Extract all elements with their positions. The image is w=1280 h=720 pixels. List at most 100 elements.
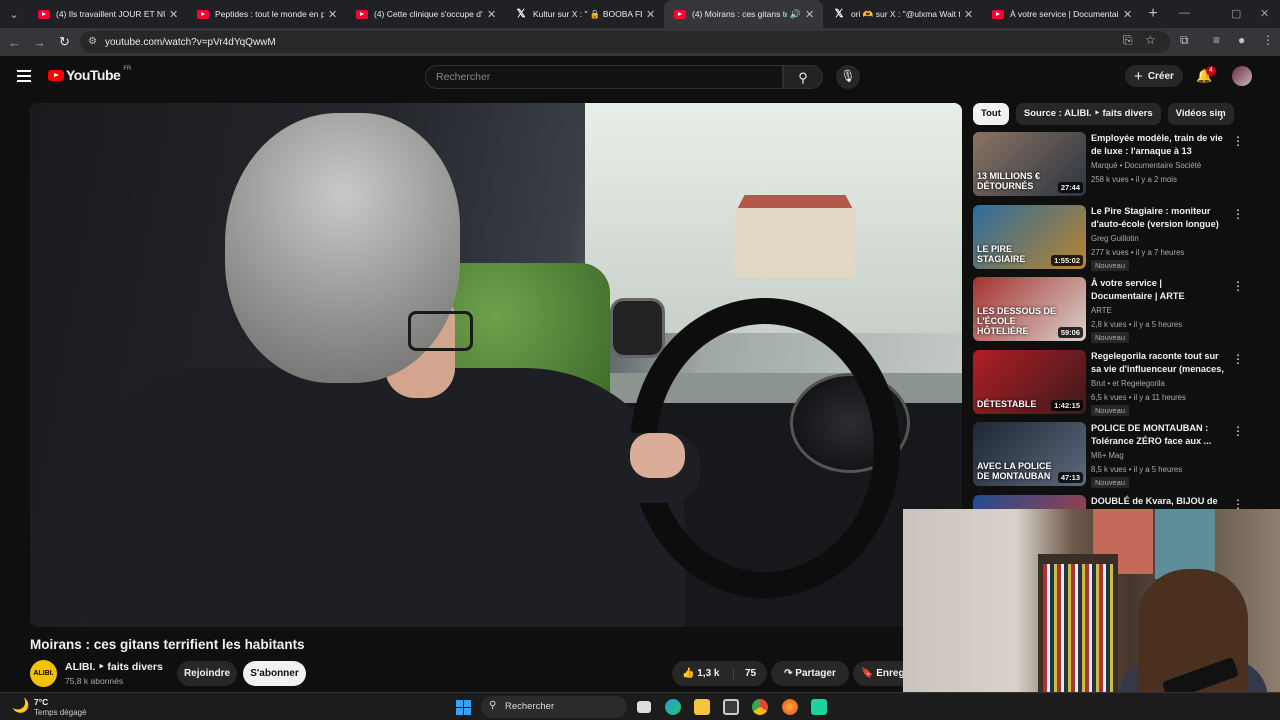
recommendation-item[interactable]: DOUBLÉ de Kvara, BIJOU de Doué, le PSG P…: [973, 494, 1243, 510]
close-tab-icon[interactable]: ✕: [1123, 8, 1133, 21]
more-options-icon[interactable]: ⋮: [1232, 134, 1244, 148]
minimize-icon[interactable]: —: [1179, 7, 1190, 19]
recommendation-channel[interactable]: M6+ Mag: [1091, 451, 1124, 460]
edge-icon[interactable]: [665, 699, 681, 715]
browser-tab[interactable]: Peptides : tout le monde en pre ✕: [187, 0, 346, 28]
close-window-icon[interactable]: ✕: [1260, 7, 1269, 20]
close-tab-icon[interactable]: ✕: [169, 8, 179, 21]
channel-avatar[interactable]: ALIBI.: [30, 660, 57, 687]
more-options-icon[interactable]: ⋮: [1232, 279, 1244, 293]
recommendation-item[interactable]: LE PIRE STAGIAIRE 1:55:02 Le Pire Stagiair…: [973, 204, 1244, 271]
recommendation-channel[interactable]: Greg Guillotin: [1091, 234, 1139, 243]
recommendation-title[interactable]: À votre service | Documentaire | ARTE: [1091, 277, 1225, 303]
site-info-icon[interactable]: ⚙: [88, 36, 97, 47]
recommendation-title[interactable]: Le Pire Stagiaire : moniteur d'auto-écol…: [1091, 205, 1225, 231]
profile-icon[interactable]: ●: [1238, 33, 1245, 47]
install-icon[interactable]: ⎘: [1123, 33, 1133, 48]
thumbnail-caption: LES DESSOUS DE L'ÉCOLE HÔTELIÈRE: [977, 306, 1057, 336]
media-control-icon[interactable]: ≡: [1213, 33, 1220, 47]
moon-weather-icon[interactable]: 🌙: [12, 697, 29, 714]
channel-name[interactable]: ALIBI. ‣ faits divers: [65, 661, 163, 673]
close-tab-icon[interactable]: ✕: [805, 8, 815, 21]
recommendation-channel[interactable]: ARTE: [1091, 306, 1112, 315]
notification-badge: 4: [1206, 66, 1216, 76]
youtube-icon: [356, 9, 368, 19]
browser-tab[interactable]: (4) Moirans : ces gitans terr 🔊 ✕: [664, 0, 823, 28]
weather-description[interactable]: Temps dégagé: [34, 708, 86, 717]
microphone-icon: 🎙: [840, 69, 856, 83]
browser-menu-icon[interactable]: ⋮: [1262, 33, 1274, 47]
close-tab-icon[interactable]: ✕: [328, 8, 338, 21]
thumbs-up-icon: 👍: [682, 668, 698, 679]
new-badge: Nouveau: [1091, 259, 1130, 271]
video-thumbnail[interactable]: LES DESSOUS DE L'ÉCOLE HÔTELIÈRE 59:06: [973, 277, 1086, 341]
app-icon[interactable]: [811, 699, 827, 715]
close-tab-icon[interactable]: ✕: [646, 8, 656, 21]
more-options-icon[interactable]: ⋮: [1232, 207, 1244, 221]
firefox-icon[interactable]: [782, 699, 798, 715]
task-view-icon[interactable]: [637, 701, 651, 713]
tab-title: ori 🫶 sur X : "@ulxma Wait till: [851, 8, 960, 19]
account-avatar[interactable]: [1232, 66, 1252, 86]
more-options-icon[interactable]: ⋮: [1232, 424, 1244, 438]
create-button[interactable]: + Créer: [1125, 65, 1183, 87]
share-button[interactable]: ↷ Partager: [771, 661, 849, 686]
recommendation-channel[interactable]: Brut • et Regelegorila: [1091, 379, 1165, 388]
new-tab-button[interactable]: +: [1141, 5, 1165, 23]
chrome-icon[interactable]: [752, 699, 768, 715]
recommendation-item[interactable]: LES DESSOUS DE L'ÉCOLE HÔTELIÈRE 59:06 À v…: [973, 277, 1244, 343]
subscribe-button[interactable]: S'abonner: [243, 661, 306, 686]
address-bar[interactable]: ⚙ youtube.com/watch?v=pVr4dYqQwwM: [80, 31, 1170, 53]
recommendation-title[interactable]: DOUBLÉ de Kvara, BIJOU de Doué, le PSG P…: [1091, 495, 1225, 510]
voice-search-button[interactable]: 🎙: [836, 65, 860, 89]
recommendation-item[interactable]: 13 MILLIONS € DÉTOURNÉS 27:44 Employée mod…: [973, 132, 1244, 198]
video-player[interactable]: [30, 103, 962, 627]
search-input[interactable]: Rechercher: [425, 65, 783, 89]
browser-tab[interactable]: 𝕏ori 🫶 sur X : "@ulxma Wait till ✕: [823, 0, 982, 28]
audio-playing-icon[interactable]: 🔊: [790, 9, 801, 20]
reload-icon[interactable]: ↻: [52, 34, 77, 50]
extensions-icon[interactable]: ⧉: [1180, 33, 1189, 48]
windows-start-icon[interactable]: [456, 700, 471, 715]
more-options-icon[interactable]: ⋮: [1232, 497, 1243, 510]
back-icon[interactable]: ←: [2, 35, 27, 50]
recommendation-title[interactable]: Regelegorila raconte tout sur sa vie d'i…: [1091, 350, 1225, 376]
video-thumbnail[interactable]: DÉTESTABLE 1:42:15: [973, 349, 1086, 414]
recommendation-title[interactable]: Employée modèle, train de vie de luxe : …: [1091, 132, 1225, 158]
close-tab-icon[interactable]: ✕: [964, 8, 974, 21]
video-thumbnail[interactable]: [973, 494, 1086, 509]
recommendation-item[interactable]: AVEC LA POLICE DE MONTAUBAN 47:13 POLICE D…: [973, 422, 1244, 488]
store-icon[interactable]: [723, 699, 739, 715]
chevron-right-icon[interactable]: ›: [1219, 108, 1224, 124]
filter-chip[interactable]: Tout: [973, 103, 1009, 125]
browser-tab[interactable]: 𝕏 Kultur sur X : " 🔒 BOOBA FÉLIC ✕: [505, 0, 664, 28]
video-thumbnail[interactable]: 13 MILLIONS € DÉTOURNÉS 27:44: [973, 132, 1086, 196]
video-thumbnail[interactable]: AVEC LA POLICE DE MONTAUBAN 47:13: [973, 422, 1086, 486]
filter-chip[interactable]: Source : ALIBI. ‣ faits divers: [1015, 103, 1161, 125]
browser-tab[interactable]: (4) Cette clinique s'occupe d'a ✕: [346, 0, 505, 28]
more-options-icon[interactable]: ⋮: [1232, 352, 1244, 366]
video-frame-house: [735, 208, 855, 278]
youtube-logo[interactable]: YouTube FR: [48, 66, 131, 83]
bookmark-star-icon[interactable]: ☆: [1145, 33, 1156, 47]
tab-title: (4) Moirans : ces gitans terr: [692, 9, 787, 19]
search-button[interactable]: ⚲: [783, 65, 823, 89]
taskbar-search[interactable]: ⚲ Rechercher: [481, 696, 627, 718]
browser-tab[interactable]: À votre service | Documentaire ✕: [982, 0, 1141, 28]
weather-temperature[interactable]: 7°C: [34, 697, 48, 707]
forward-icon[interactable]: →: [27, 35, 52, 50]
close-tab-icon[interactable]: ✕: [487, 8, 497, 21]
recommendation-item[interactable]: DÉTESTABLE 1:42:15 Regelegorila raconte to…: [973, 349, 1244, 416]
join-button[interactable]: Rejoindre: [177, 661, 237, 686]
recommendation-title[interactable]: POLICE DE MONTAUBAN : Tolérance ZÉRO fac…: [1091, 422, 1225, 448]
like-button[interactable]: 👍 1,3 k: [672, 668, 734, 679]
file-explorer-icon[interactable]: [694, 699, 710, 715]
video-thumbnail[interactable]: LE PIRE STAGIAIRE 1:55:02: [973, 204, 1086, 269]
hamburger-menu-icon[interactable]: [17, 70, 31, 85]
tab-search-icon[interactable]: ⌄: [0, 0, 28, 28]
dislike-count[interactable]: 75: [734, 668, 767, 679]
maximize-icon[interactable]: ▢: [1231, 7, 1241, 20]
save-icon: 🔖: [861, 668, 877, 679]
browser-tab[interactable]: (4) Ils travaillent JOUR ET NUIT ✕: [28, 0, 187, 28]
recommendation-channel[interactable]: Marqué • Documentaire Société: [1091, 161, 1201, 170]
